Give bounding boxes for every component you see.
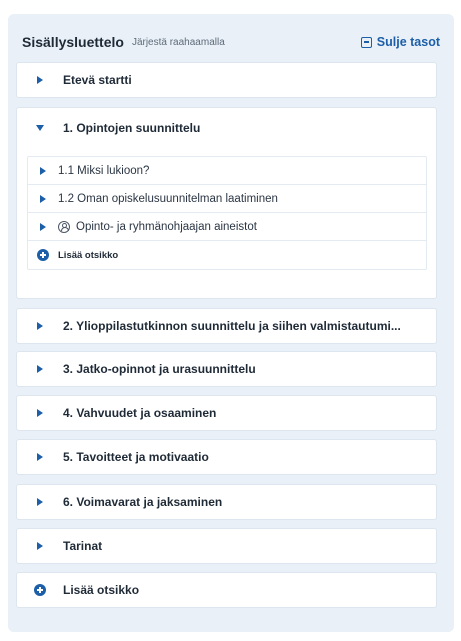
expand-arrow-icon[interactable]: [40, 222, 46, 231]
toc-title: Sisällysluettelo: [22, 34, 124, 50]
toc-item-label: Etevä startti: [63, 73, 132, 87]
sub-add-heading-button[interactable]: Lisää otsikko: [28, 241, 426, 269]
expand-arrow-icon[interactable]: [37, 365, 43, 373]
expand-arrow-icon[interactable]: [37, 76, 43, 84]
toc-item-label: 1. Opintojen suunnittelu: [63, 121, 201, 135]
collapse-arrow-icon[interactable]: [36, 125, 44, 131]
toc-subtitle: Järjestä raahaamalla: [131, 37, 225, 48]
toc-item-header[interactable]: 1. Opintojen suunnittelu: [17, 108, 436, 148]
toc-item-vahvuudet[interactable]: 4. Vahvuudet ja osaaminen: [16, 395, 437, 431]
expand-arrow-icon[interactable]: [40, 194, 46, 203]
expand-arrow-icon[interactable]: [37, 409, 43, 417]
toc-item-voimavarat[interactable]: 6. Voimavarat ja jaksaminen: [16, 484, 437, 520]
add-circle-icon: [34, 584, 46, 596]
expand-arrow-icon[interactable]: [37, 322, 43, 330]
sub-item-opiskelusuunnitelma[interactable]: 1.2 Oman opiskelusuunnitelman laatiminen: [28, 185, 426, 213]
collapse-levels-button[interactable]: Sulje tasot: [360, 35, 440, 49]
toc-item-label: 3. Jatko-opinnot ja urasuunnittelu: [63, 362, 256, 376]
toc-header: Sisällysluettelo Järjestä raahaamalla Su…: [22, 32, 440, 52]
expand-arrow-icon[interactable]: [37, 542, 43, 550]
add-heading-label: Lisää otsikko: [63, 583, 140, 597]
expand-arrow-icon[interactable]: [37, 498, 43, 506]
add-heading-button[interactable]: Lisää otsikko: [16, 572, 437, 608]
toc-item-opintojen-suunnittelu: 1. Opintojen suunnittelu 1.1 Miksi lukio…: [16, 107, 437, 299]
add-circle-icon: [37, 249, 49, 261]
sub-item-label: 1.2 Oman opiskelusuunnitelman laatiminen: [58, 192, 278, 205]
toc-item-label: 2. Ylioppilastutkinnon suunnittelu ja si…: [63, 319, 401, 333]
toc-item-ylioppilastutkinto[interactable]: 2. Ylioppilastutkinnon suunnittelu ja si…: [16, 308, 437, 344]
toc-item-label: Tarinat: [63, 539, 103, 553]
collapse-levels-label: Sulje tasot: [376, 35, 440, 49]
sub-item-ohjaajan-aineistot[interactable]: Opinto- ja ryhmänohjaajan aineistot: [28, 213, 426, 241]
expand-arrow-icon[interactable]: [37, 453, 43, 461]
sub-item-label: 1.1 Miksi lukioon?: [58, 164, 150, 177]
expand-arrow-icon[interactable]: [40, 166, 46, 175]
toc-item-jatko-opinnot[interactable]: 3. Jatko-opinnot ja urasuunnittelu: [16, 351, 437, 387]
collapse-box-icon: [360, 36, 372, 48]
sub-item-label: Opinto- ja ryhmänohjaajan aineistot: [76, 220, 257, 233]
toc-item-tarinat[interactable]: Tarinat: [16, 528, 437, 564]
sub-item-miksi-lukioon[interactable]: 1.1 Miksi lukioon?: [28, 157, 426, 185]
toc-item-label: 5. Tavoitteet ja motivaatio: [63, 450, 209, 464]
sub-add-heading-label: Lisää otsikko: [58, 249, 119, 261]
sub-item-list: 1.1 Miksi lukioon? 1.2 Oman opiskelusuun…: [27, 156, 427, 270]
toc-item-eteva-startti[interactable]: Etevä startti: [16, 62, 437, 98]
toc-item-label: 6. Voimavarat ja jaksaminen: [63, 495, 223, 509]
person-icon: [58, 220, 70, 233]
toc-item-tavoitteet[interactable]: 5. Tavoitteet ja motivaatio: [16, 439, 437, 475]
toc-item-label: 4. Vahvuudet ja osaaminen: [63, 406, 217, 420]
